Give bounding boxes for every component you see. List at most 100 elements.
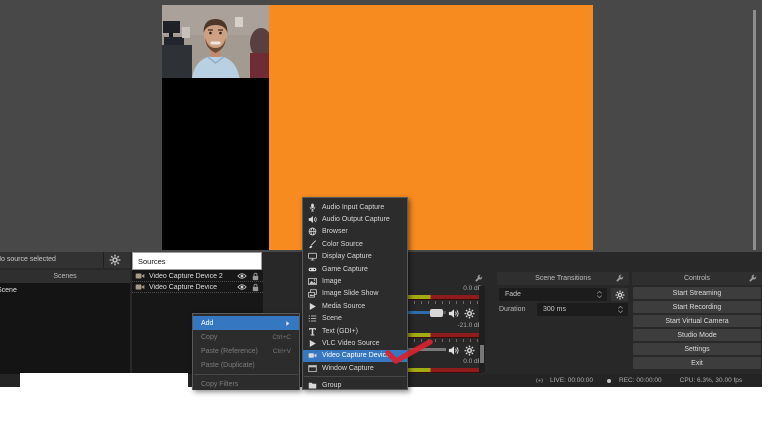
submenu-item-label: Text (GDI+) bbox=[322, 327, 358, 335]
submenu-item-group[interactable]: Group bbox=[303, 379, 407, 389]
start-streaming-button[interactable]: Start Streaming bbox=[633, 287, 761, 299]
transitions-wrench-icon[interactable] bbox=[615, 274, 624, 283]
duration-value: 300 ms bbox=[543, 306, 566, 313]
menu-item-label: Paste (Reference) bbox=[201, 347, 258, 355]
speaker-icon bbox=[308, 215, 317, 224]
submenu-item-label: VLC Video Source bbox=[322, 339, 380, 347]
lock-icon[interactable] bbox=[251, 272, 260, 281]
webcam-source[interactable] bbox=[162, 5, 269, 78]
submenu-item-browser[interactable]: Browser bbox=[303, 226, 407, 238]
visibility-eye-icon[interactable] bbox=[237, 271, 247, 281]
select-spinner-icon[interactable] bbox=[595, 290, 604, 299]
play-icon bbox=[308, 339, 317, 348]
camera-icon bbox=[308, 351, 317, 360]
submenu-item-game-capture[interactable]: Game Capture bbox=[303, 263, 407, 275]
submenu-item-image-slide-show[interactable]: Image Slide Show bbox=[303, 288, 407, 300]
webcam-picture bbox=[162, 5, 269, 78]
submenu-item-label: Image bbox=[322, 278, 342, 286]
submenu-item-label: Media Source bbox=[322, 302, 366, 310]
status-bar-right: LIVE: 00:00:00 REC: 00:00:00 CPU: 6.3%, … bbox=[535, 374, 742, 387]
transition-gear-button[interactable] bbox=[611, 288, 628, 301]
sources-overlay-label: Sources bbox=[138, 257, 166, 266]
slider-handle[interactable] bbox=[430, 309, 443, 317]
scenes-header-label: Scenes bbox=[53, 273, 77, 280]
screenshot-root: No source selected Sources Scenes Scene … bbox=[0, 0, 768, 422]
submenu-item-media-source[interactable]: Media Source bbox=[303, 300, 407, 312]
menu-item-copy-filters[interactable]: Copy Filters bbox=[193, 377, 299, 390]
image-icon bbox=[308, 277, 317, 286]
scene-list-item[interactable]: Scene bbox=[0, 287, 17, 294]
scrollbar-handle[interactable] bbox=[480, 345, 484, 363]
submenu-item-label: Scene bbox=[322, 315, 342, 323]
list-icon bbox=[308, 314, 317, 323]
submenu-item-audio-input-capture[interactable]: Audio Input Capture bbox=[303, 201, 407, 213]
red-checkmark-annotation bbox=[385, 339, 433, 364]
video-capture-icon bbox=[135, 271, 145, 281]
mixer-wrench-icon[interactable] bbox=[474, 274, 483, 283]
mixer-gear-icon[interactable] bbox=[464, 345, 475, 356]
menu-item-add[interactable]: Add bbox=[193, 316, 299, 330]
menu-item-label: Paste (Duplicate) bbox=[201, 361, 255, 369]
transitions-header: Scene Transitions bbox=[497, 272, 629, 285]
submenu-item-label: Audio Input Capture bbox=[322, 203, 385, 211]
gamepad-icon bbox=[308, 265, 317, 274]
brush-icon bbox=[308, 240, 317, 249]
studio-mode-button[interactable]: Studio Mode bbox=[633, 329, 761, 341]
source-row[interactable]: Video Capture Device 2 bbox=[132, 271, 263, 282]
start-recording-button[interactable]: Start Recording bbox=[633, 301, 761, 313]
sources-overlay-box: Sources bbox=[132, 252, 262, 270]
controls-wrench-icon[interactable] bbox=[748, 274, 757, 283]
submenu-item-image[interactable]: Image bbox=[303, 275, 407, 287]
source-toolbar-status: No source selected bbox=[0, 256, 56, 263]
text-icon bbox=[308, 327, 317, 336]
source-label: Video Capture Device bbox=[149, 283, 217, 291]
submenu-item-label: Game Capture bbox=[322, 265, 368, 273]
menu-item-label: Add bbox=[201, 319, 214, 327]
submenu-item-color-source[interactable]: Color Source bbox=[303, 238, 407, 250]
source-row[interactable]: Video Capture Device bbox=[132, 282, 263, 293]
start-virtual-camera-button[interactable]: Start Virtual Camera bbox=[633, 315, 761, 327]
submenu-item-text-gdi[interactable]: Text (GDI+) bbox=[303, 325, 407, 337]
submenu-arrow-icon bbox=[284, 320, 291, 327]
microphone-icon bbox=[308, 203, 317, 212]
record-dot-icon bbox=[605, 377, 613, 385]
menu-item-paste-duplicate[interactable]: Paste (Duplicate) bbox=[193, 358, 299, 372]
menu-shortcut: Ctrl+V bbox=[272, 347, 291, 355]
display-icon bbox=[308, 252, 317, 261]
submenu-item-label: Video Capture Device bbox=[322, 352, 390, 360]
transition-select[interactable]: Fade bbox=[499, 288, 607, 301]
cpu-status: CPU: 6.3%, 30.00 fps bbox=[679, 377, 743, 384]
source-toolbar: No source selected bbox=[0, 252, 130, 268]
lock-icon[interactable] bbox=[251, 283, 260, 292]
submenu-separator bbox=[304, 376, 406, 378]
mixer-gear-icon[interactable] bbox=[464, 308, 475, 319]
visibility-eye-icon[interactable] bbox=[237, 282, 247, 292]
controls-header: Controls bbox=[632, 272, 762, 285]
menu-item-label: Copy Filters bbox=[201, 380, 239, 388]
menu-item-copy[interactable]: Copy Ctrl+C bbox=[193, 330, 299, 344]
white-overlay-patch bbox=[20, 373, 188, 395]
menu-item-paste-reference[interactable]: Paste (Reference) Ctrl+V bbox=[193, 344, 299, 358]
mixer-scrollbar[interactable] bbox=[479, 286, 485, 372]
source-label: Video Capture Device 2 bbox=[149, 272, 223, 280]
speaker-icon[interactable] bbox=[448, 308, 459, 319]
submenu-item-label: Color Source bbox=[322, 240, 363, 248]
submenu-item-scene[interactable]: Scene bbox=[303, 313, 407, 325]
video-capture-icon bbox=[135, 282, 145, 292]
transition-gear-icon bbox=[615, 290, 625, 300]
speaker-icon[interactable] bbox=[448, 345, 459, 356]
duration-label: Duration bbox=[499, 306, 526, 313]
submenu-item-label: Audio Output Capture bbox=[322, 216, 390, 224]
menu-shortcut: Ctrl+C bbox=[272, 333, 291, 341]
submenu-item-display-capture[interactable]: Display Capture bbox=[303, 251, 407, 263]
settings-button[interactable]: Settings bbox=[633, 343, 761, 355]
play-icon bbox=[308, 302, 317, 311]
submenu-item-label: Window Capture bbox=[322, 364, 374, 372]
properties-gear-icon[interactable] bbox=[109, 254, 121, 266]
duration-spinner-icon[interactable] bbox=[616, 305, 625, 314]
duration-spinbox[interactable]: 300 ms bbox=[537, 303, 628, 316]
exit-button[interactable]: Exit bbox=[633, 357, 761, 369]
submenu-item-audio-output-capture[interactable]: Audio Output Capture bbox=[303, 213, 407, 225]
scenes-list: Scene bbox=[0, 283, 130, 374]
menu-item-label: Copy bbox=[201, 333, 218, 341]
